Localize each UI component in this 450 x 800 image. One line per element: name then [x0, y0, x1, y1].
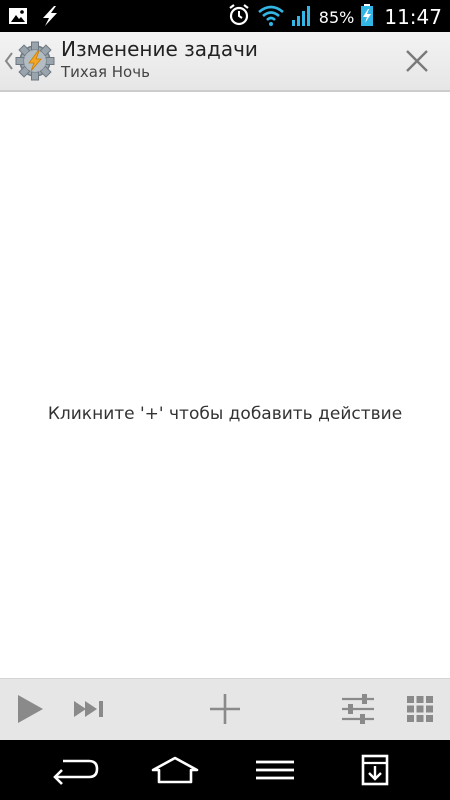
skip-forward-icon[interactable] [72, 691, 108, 727]
action-list: Кликните '+' чтобы добавить действие [0, 92, 450, 678]
status-bar-notifications [8, 5, 60, 31]
close-icon[interactable] [402, 46, 432, 76]
alarm-icon [227, 3, 251, 31]
status-bar: 85% 11:47 [0, 0, 450, 32]
page-title: Изменение задачи [61, 37, 258, 61]
flash-icon [40, 5, 60, 31]
home-icon[interactable] [150, 750, 200, 790]
play-icon[interactable] [12, 691, 48, 727]
bottom-toolbar [0, 678, 450, 740]
tasker-gear-icon[interactable] [14, 40, 56, 82]
action-bar: Изменение задачи Тихая Ночь [0, 32, 450, 92]
notification-icon[interactable] [350, 750, 400, 790]
empty-hint: Кликните '+' чтобы добавить действие [47, 404, 403, 424]
back-icon[interactable] [50, 750, 100, 790]
page-subtitle: Тихая Ночь [61, 63, 150, 81]
wifi-icon [257, 3, 285, 31]
battery-percent: 85% [318, 7, 355, 27]
up-chevron-icon[interactable] [4, 50, 14, 72]
signal-icon [291, 3, 313, 31]
menu-icon[interactable] [250, 750, 300, 790]
action-bar-titles: Изменение задачи Тихая Ночь [61, 36, 258, 82]
picture-icon [8, 6, 28, 30]
grid-icon[interactable] [402, 691, 438, 727]
battery-charging-icon [360, 3, 374, 31]
status-bar-system: 85% 11:47 [227, 3, 442, 31]
plus-icon[interactable] [207, 691, 243, 727]
system-nav-bar [0, 740, 450, 800]
screen: 85% 11:47 Изменение задачи Тихая Ночь Кл… [0, 0, 450, 800]
clock: 11:47 [384, 5, 442, 29]
sliders-icon[interactable] [340, 691, 376, 727]
